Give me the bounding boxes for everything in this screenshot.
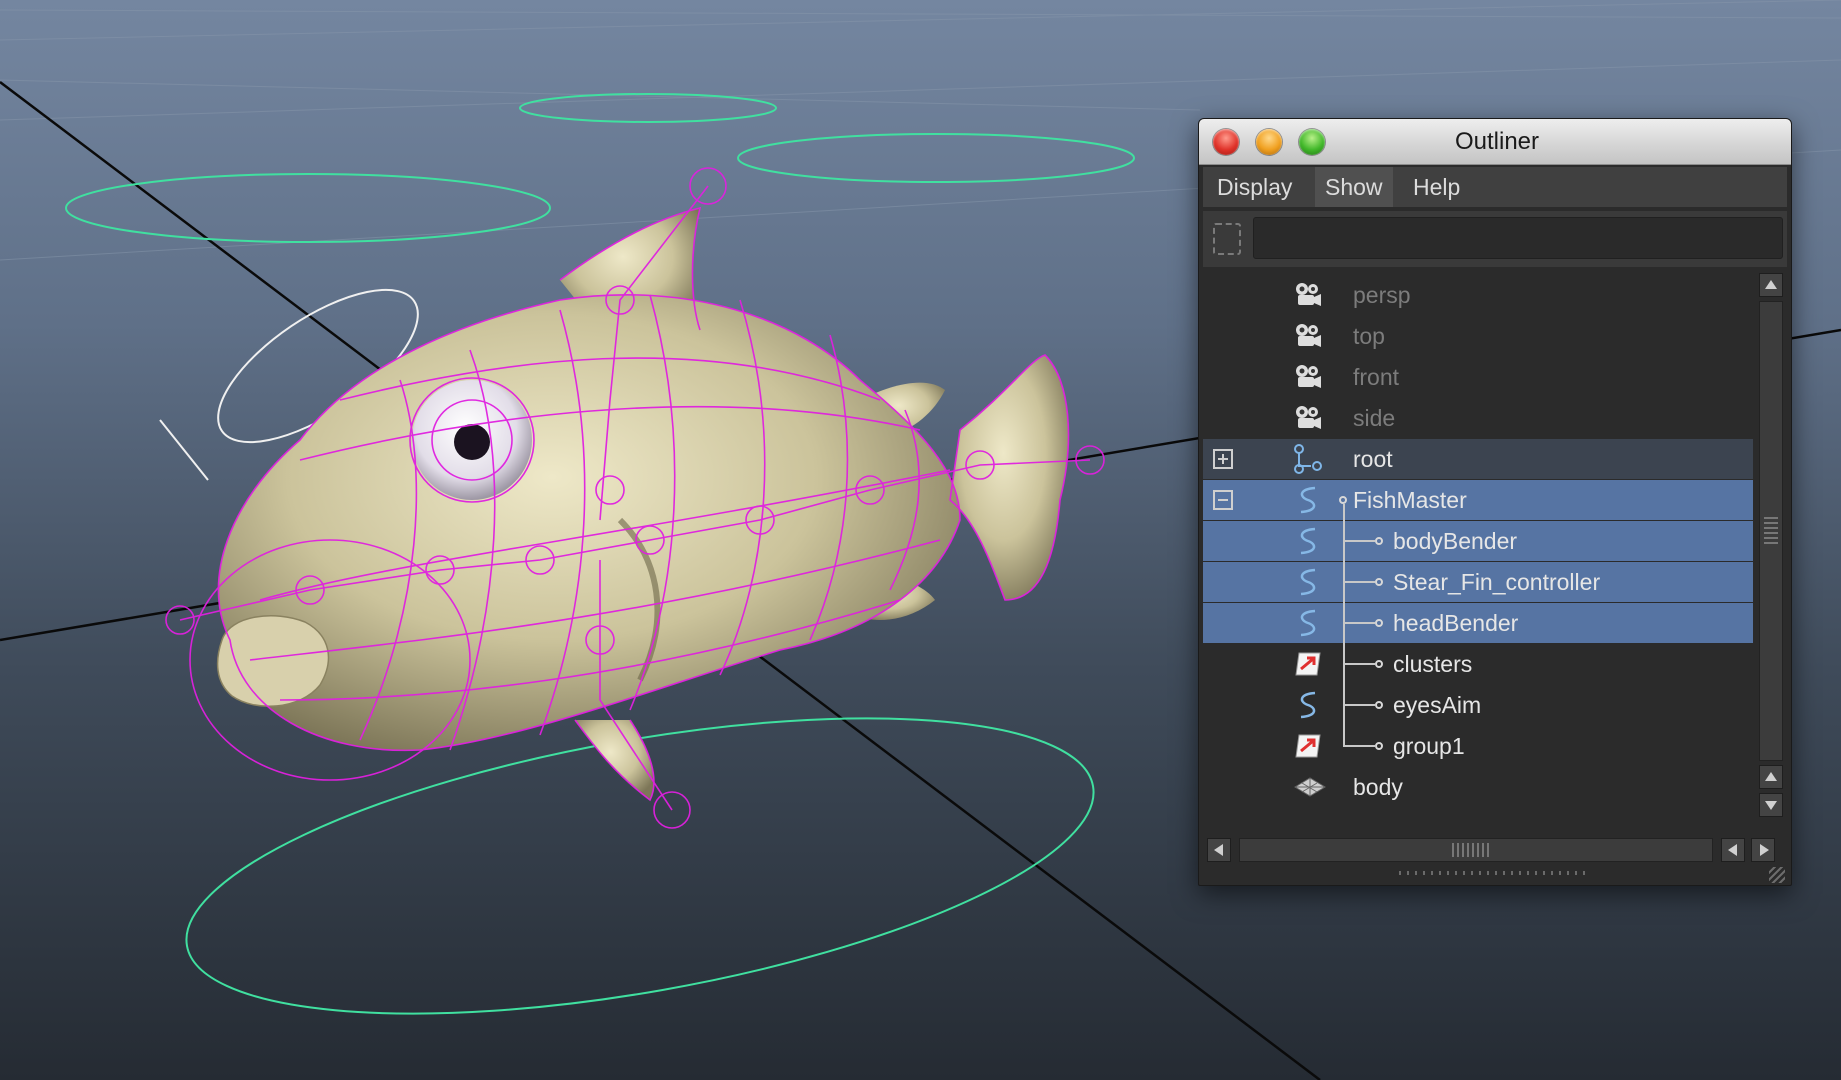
outliner-window[interactable]: Outliner Display Show Help persp top front… bbox=[1198, 118, 1792, 886]
filter-row bbox=[1203, 211, 1787, 267]
group-icon bbox=[1293, 649, 1323, 679]
selection-filter-icon[interactable] bbox=[1213, 223, 1241, 255]
collapse-icon[interactable] bbox=[1213, 490, 1233, 510]
tree-node-dot bbox=[1339, 496, 1347, 504]
tree-row-front[interactable]: front bbox=[1203, 357, 1753, 397]
arrow-up-icon bbox=[1765, 280, 1777, 289]
expand-icon[interactable] bbox=[1213, 449, 1233, 469]
curve-icon bbox=[1293, 690, 1323, 720]
curve-icon bbox=[1293, 526, 1323, 556]
menu-show[interactable]: Show bbox=[1315, 167, 1393, 207]
search-input[interactable] bbox=[1253, 217, 1783, 259]
scroll-grip-icon[interactable] bbox=[1764, 517, 1778, 547]
title-bar[interactable]: Outliner bbox=[1199, 119, 1791, 165]
tree-row-eyesaim[interactable]: eyesAim bbox=[1203, 685, 1753, 725]
curve-icon bbox=[1293, 485, 1323, 515]
arrow-down-icon bbox=[1765, 801, 1777, 810]
hscroll-track[interactable] bbox=[1239, 838, 1713, 862]
menu-display[interactable]: Display bbox=[1207, 167, 1302, 207]
horizontal-scrollbar[interactable] bbox=[1203, 835, 1787, 865]
tree-item-label: headBender bbox=[1393, 610, 1519, 636]
scroll-down-button[interactable] bbox=[1759, 793, 1783, 817]
tree-item-label: side bbox=[1353, 405, 1396, 431]
scroll-up-button[interactable] bbox=[1759, 273, 1783, 297]
tree-row-top[interactable]: top bbox=[1203, 316, 1753, 356]
tree-node-dot bbox=[1375, 742, 1383, 750]
curve-icon bbox=[1293, 567, 1323, 597]
tree-connector bbox=[1343, 622, 1375, 624]
window-title: Outliner bbox=[1454, 128, 1540, 155]
tree-connector bbox=[1343, 704, 1375, 706]
tree-connector bbox=[1343, 745, 1375, 747]
tree-row-bodybender[interactable]: bodyBender bbox=[1203, 521, 1753, 561]
tree-row-root[interactable]: root bbox=[1203, 439, 1753, 479]
arrow-up-icon bbox=[1765, 772, 1777, 781]
camera-icon bbox=[1293, 403, 1323, 433]
scroll-left-button-right[interactable] bbox=[1721, 838, 1745, 862]
tree-node-dot bbox=[1375, 701, 1383, 709]
tree-hierarchy-line bbox=[1343, 504, 1345, 746]
camera-icon bbox=[1293, 321, 1323, 351]
hscroll-grip-icon[interactable] bbox=[1452, 843, 1492, 857]
resize-grip-dots[interactable] bbox=[1399, 871, 1589, 875]
tree-item-label: top bbox=[1353, 323, 1385, 349]
tree-row-clusters[interactable]: clusters bbox=[1203, 644, 1753, 684]
tree-row-stear-fin-controller[interactable]: Stear_Fin_controller bbox=[1203, 562, 1753, 602]
tree-row-group1[interactable]: group1 bbox=[1203, 726, 1753, 766]
tree-item-label: root bbox=[1353, 446, 1393, 472]
camera-icon bbox=[1293, 280, 1323, 310]
tree-node-dot bbox=[1375, 660, 1383, 668]
arrow-left-icon bbox=[1214, 844, 1223, 856]
tree-row-persp[interactable]: persp bbox=[1203, 275, 1753, 315]
scroll-up-button-lower[interactable] bbox=[1759, 765, 1783, 789]
camera-icon bbox=[1293, 362, 1323, 392]
tree-connector bbox=[1343, 540, 1375, 542]
tree-item-label: group1 bbox=[1393, 733, 1465, 759]
fish-model bbox=[216, 208, 1069, 800]
tree-node-dot bbox=[1375, 537, 1383, 545]
curve-icon bbox=[1293, 608, 1323, 638]
scroll-track[interactable] bbox=[1759, 301, 1783, 761]
joint-icon bbox=[1293, 444, 1323, 474]
tree-item-label: clusters bbox=[1393, 651, 1473, 677]
tree-row-side[interactable]: side bbox=[1203, 398, 1753, 438]
tree-item-label: front bbox=[1353, 364, 1400, 390]
arrow-left-icon bbox=[1728, 844, 1737, 856]
mesh-icon bbox=[1293, 772, 1326, 802]
tree-item-label: bodyBender bbox=[1393, 528, 1518, 554]
tree-item-label: body bbox=[1353, 774, 1403, 800]
scroll-left-button[interactable] bbox=[1207, 838, 1231, 862]
tree-connector bbox=[1343, 663, 1375, 665]
tree-row-headbender[interactable]: headBender bbox=[1203, 603, 1753, 643]
scroll-right-button[interactable] bbox=[1751, 838, 1775, 862]
tree-node-dot bbox=[1375, 619, 1383, 627]
vertical-scrollbar[interactable] bbox=[1755, 269, 1787, 821]
tree-node-dot bbox=[1375, 578, 1383, 586]
resize-corner-icon[interactable] bbox=[1769, 867, 1785, 883]
tree-row-fishmaster[interactable]: FishMaster bbox=[1203, 480, 1753, 520]
arrow-right-icon bbox=[1760, 844, 1769, 856]
menu-bar: Display Show Help bbox=[1203, 167, 1787, 207]
outliner-tree: persp top front side root FishMaster bodyBende… bbox=[1203, 269, 1753, 821]
tree-row-body[interactable]: body bbox=[1203, 767, 1753, 807]
tree-item-label: FishMaster bbox=[1353, 487, 1467, 513]
tree-item-label: eyesAim bbox=[1393, 692, 1482, 718]
tree-connector bbox=[1343, 581, 1375, 583]
tree-item-label: Stear_Fin_controller bbox=[1393, 569, 1601, 595]
menu-help[interactable]: Help bbox=[1403, 167, 1470, 207]
group-icon bbox=[1293, 731, 1323, 761]
tree-item-label: persp bbox=[1353, 282, 1411, 308]
